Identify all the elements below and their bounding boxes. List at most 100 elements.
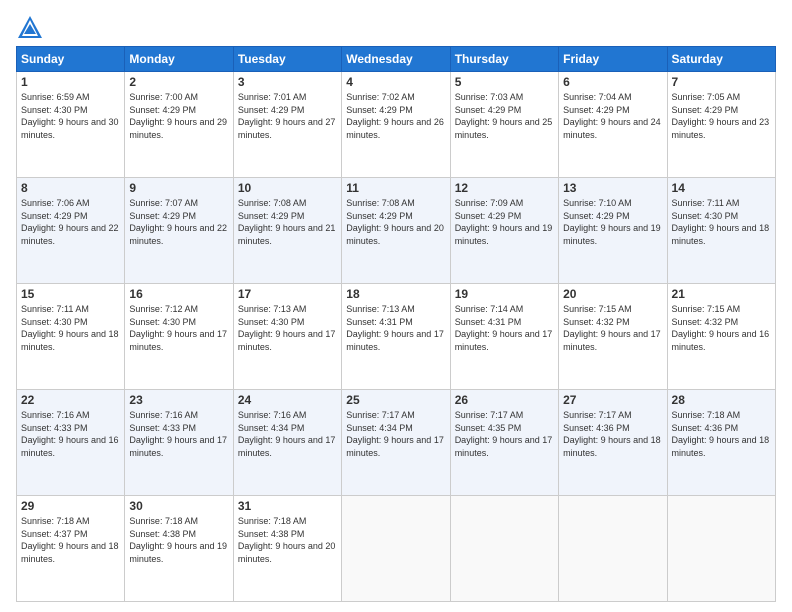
day-info: Sunrise: 7:08 AMSunset: 4:29 PMDaylight:… <box>238 198 336 246</box>
day-info: Sunrise: 6:59 AMSunset: 4:30 PMDaylight:… <box>21 92 119 140</box>
weekday-header-tuesday: Tuesday <box>233 47 341 72</box>
day-cell <box>342 496 450 602</box>
day-number: 27 <box>563 393 662 407</box>
weekday-header-row: SundayMondayTuesdayWednesdayThursdayFrid… <box>17 47 776 72</box>
day-cell: 27 Sunrise: 7:17 AMSunset: 4:36 PMDayligh… <box>559 390 667 496</box>
day-info: Sunrise: 7:07 AMSunset: 4:29 PMDaylight:… <box>129 198 227 246</box>
day-cell: 6Sunrise: 7:04 AMSunset: 4:29 PMDaylight… <box>559 72 667 178</box>
day-number: 20 <box>563 287 662 301</box>
logo <box>16 14 48 42</box>
day-cell: 18 Sunrise: 7:13 AMSunset: 4:31 PMDayligh… <box>342 284 450 390</box>
day-cell: 31 Sunrise: 7:18 AMSunset: 4:38 PMDayligh… <box>233 496 341 602</box>
day-info: Sunrise: 7:11 AMSunset: 4:30 PMDaylight:… <box>21 304 119 352</box>
day-cell: 7Sunrise: 7:05 AMSunset: 4:29 PMDaylight… <box>667 72 775 178</box>
day-cell: 29 Sunrise: 7:18 AMSunset: 4:37 PMDayligh… <box>17 496 125 602</box>
day-number: 11 <box>346 181 445 195</box>
day-cell: 3 Sunrise: 7:01 AMSunset: 4:29 PMDaylight… <box>233 72 341 178</box>
page: SundayMondayTuesdayWednesdayThursdayFrid… <box>0 0 792 612</box>
day-number: 10 <box>238 181 337 195</box>
day-info: Sunrise: 7:15 AMSunset: 4:32 PMDaylight:… <box>672 304 770 352</box>
day-number: 22 <box>21 393 120 407</box>
day-number: 5 <box>455 75 554 89</box>
day-info: Sunrise: 7:02 AMSunset: 4:29 PMDaylight:… <box>346 92 444 140</box>
weekday-header-monday: Monday <box>125 47 233 72</box>
day-cell: 5 Sunrise: 7:03 AMSunset: 4:29 PMDaylight… <box>450 72 558 178</box>
day-number: 25 <box>346 393 445 407</box>
day-info: Sunrise: 7:05 AMSunset: 4:29 PMDaylight:… <box>672 92 770 140</box>
day-number: 15 <box>21 287 120 301</box>
day-number: 29 <box>21 499 120 513</box>
day-cell: 22 Sunrise: 7:16 AMSunset: 4:33 PMDayligh… <box>17 390 125 496</box>
day-number: 23 <box>129 393 228 407</box>
day-cell <box>559 496 667 602</box>
day-info: Sunrise: 7:16 AMSunset: 4:34 PMDaylight:… <box>238 410 336 458</box>
day-info: Sunrise: 7:12 AMSunset: 4:30 PMDaylight:… <box>129 304 227 352</box>
day-cell: 26Sunrise: 7:17 AMSunset: 4:35 PMDayligh… <box>450 390 558 496</box>
day-number: 18 <box>346 287 445 301</box>
week-row-4: 22 Sunrise: 7:16 AMSunset: 4:33 PMDayligh… <box>17 390 776 496</box>
logo-icon <box>16 14 44 42</box>
weekday-header-saturday: Saturday <box>667 47 775 72</box>
day-cell: 15 Sunrise: 7:11 AMSunset: 4:30 PMDayligh… <box>17 284 125 390</box>
day-cell: 20Sunrise: 7:15 AMSunset: 4:32 PMDayligh… <box>559 284 667 390</box>
day-cell <box>667 496 775 602</box>
day-cell: 23 Sunrise: 7:16 AMSunset: 4:33 PMDayligh… <box>125 390 233 496</box>
day-info: Sunrise: 7:18 AMSunset: 4:37 PMDaylight:… <box>21 516 119 564</box>
day-info: Sunrise: 7:13 AMSunset: 4:30 PMDaylight:… <box>238 304 336 352</box>
day-cell: 12 Sunrise: 7:09 AMSunset: 4:29 PMDayligh… <box>450 178 558 284</box>
day-info: Sunrise: 7:18 AMSunset: 4:38 PMDaylight:… <box>129 516 227 564</box>
day-cell: 14Sunrise: 7:11 AMSunset: 4:30 PMDayligh… <box>667 178 775 284</box>
week-row-3: 15 Sunrise: 7:11 AMSunset: 4:30 PMDayligh… <box>17 284 776 390</box>
day-cell: 19 Sunrise: 7:14 AMSunset: 4:31 PMDayligh… <box>450 284 558 390</box>
day-number: 1 <box>21 75 120 89</box>
day-number: 28 <box>672 393 771 407</box>
day-info: Sunrise: 7:00 AMSunset: 4:29 PMDaylight:… <box>129 92 227 140</box>
day-number: 12 <box>455 181 554 195</box>
day-info: Sunrise: 7:18 AMSunset: 4:38 PMDaylight:… <box>238 516 336 564</box>
day-number: 14 <box>672 181 771 195</box>
day-number: 19 <box>455 287 554 301</box>
weekday-header-wednesday: Wednesday <box>342 47 450 72</box>
day-cell: 8 Sunrise: 7:06 AMSunset: 4:29 PMDaylight… <box>17 178 125 284</box>
day-cell: 4Sunrise: 7:02 AMSunset: 4:29 PMDaylight… <box>342 72 450 178</box>
day-number: 6 <box>563 75 662 89</box>
day-number: 16 <box>129 287 228 301</box>
day-cell: 30 Sunrise: 7:18 AMSunset: 4:38 PMDayligh… <box>125 496 233 602</box>
day-cell: 2 Sunrise: 7:00 AMSunset: 4:29 PMDaylight… <box>125 72 233 178</box>
day-number: 3 <box>238 75 337 89</box>
day-info: Sunrise: 7:06 AMSunset: 4:29 PMDaylight:… <box>21 198 119 246</box>
week-row-1: 1 Sunrise: 6:59 AMSunset: 4:30 PMDaylight… <box>17 72 776 178</box>
day-cell: 25Sunrise: 7:17 AMSunset: 4:34 PMDayligh… <box>342 390 450 496</box>
day-cell: 13Sunrise: 7:10 AMSunset: 4:29 PMDayligh… <box>559 178 667 284</box>
day-cell: 21Sunrise: 7:15 AMSunset: 4:32 PMDayligh… <box>667 284 775 390</box>
weekday-header-sunday: Sunday <box>17 47 125 72</box>
day-number: 13 <box>563 181 662 195</box>
day-number: 31 <box>238 499 337 513</box>
day-number: 9 <box>129 181 228 195</box>
day-info: Sunrise: 7:16 AMSunset: 4:33 PMDaylight:… <box>21 410 119 458</box>
day-info: Sunrise: 7:13 AMSunset: 4:31 PMDaylight:… <box>346 304 444 352</box>
day-number: 26 <box>455 393 554 407</box>
weekday-header-friday: Friday <box>559 47 667 72</box>
day-number: 2 <box>129 75 228 89</box>
week-row-5: 29 Sunrise: 7:18 AMSunset: 4:37 PMDayligh… <box>17 496 776 602</box>
day-info: Sunrise: 7:17 AMSunset: 4:36 PMDaylight:… <box>563 410 661 458</box>
day-info: Sunrise: 7:14 AMSunset: 4:31 PMDaylight:… <box>455 304 553 352</box>
day-number: 30 <box>129 499 228 513</box>
day-cell: 16 Sunrise: 7:12 AMSunset: 4:30 PMDayligh… <box>125 284 233 390</box>
weekday-header-thursday: Thursday <box>450 47 558 72</box>
day-cell: 10 Sunrise: 7:08 AMSunset: 4:29 PMDayligh… <box>233 178 341 284</box>
calendar: SundayMondayTuesdayWednesdayThursdayFrid… <box>16 46 776 602</box>
day-info: Sunrise: 7:16 AMSunset: 4:33 PMDaylight:… <box>129 410 227 458</box>
day-cell: 17 Sunrise: 7:13 AMSunset: 4:30 PMDayligh… <box>233 284 341 390</box>
day-number: 24 <box>238 393 337 407</box>
day-info: Sunrise: 7:01 AMSunset: 4:29 PMDaylight:… <box>238 92 336 140</box>
header <box>16 10 776 42</box>
day-cell: 24 Sunrise: 7:16 AMSunset: 4:34 PMDayligh… <box>233 390 341 496</box>
day-info: Sunrise: 7:03 AMSunset: 4:29 PMDaylight:… <box>455 92 553 140</box>
day-info: Sunrise: 7:18 AMSunset: 4:36 PMDaylight:… <box>672 410 770 458</box>
day-cell: 1 Sunrise: 6:59 AMSunset: 4:30 PMDaylight… <box>17 72 125 178</box>
day-info: Sunrise: 7:09 AMSunset: 4:29 PMDaylight:… <box>455 198 553 246</box>
day-number: 17 <box>238 287 337 301</box>
day-number: 8 <box>21 181 120 195</box>
